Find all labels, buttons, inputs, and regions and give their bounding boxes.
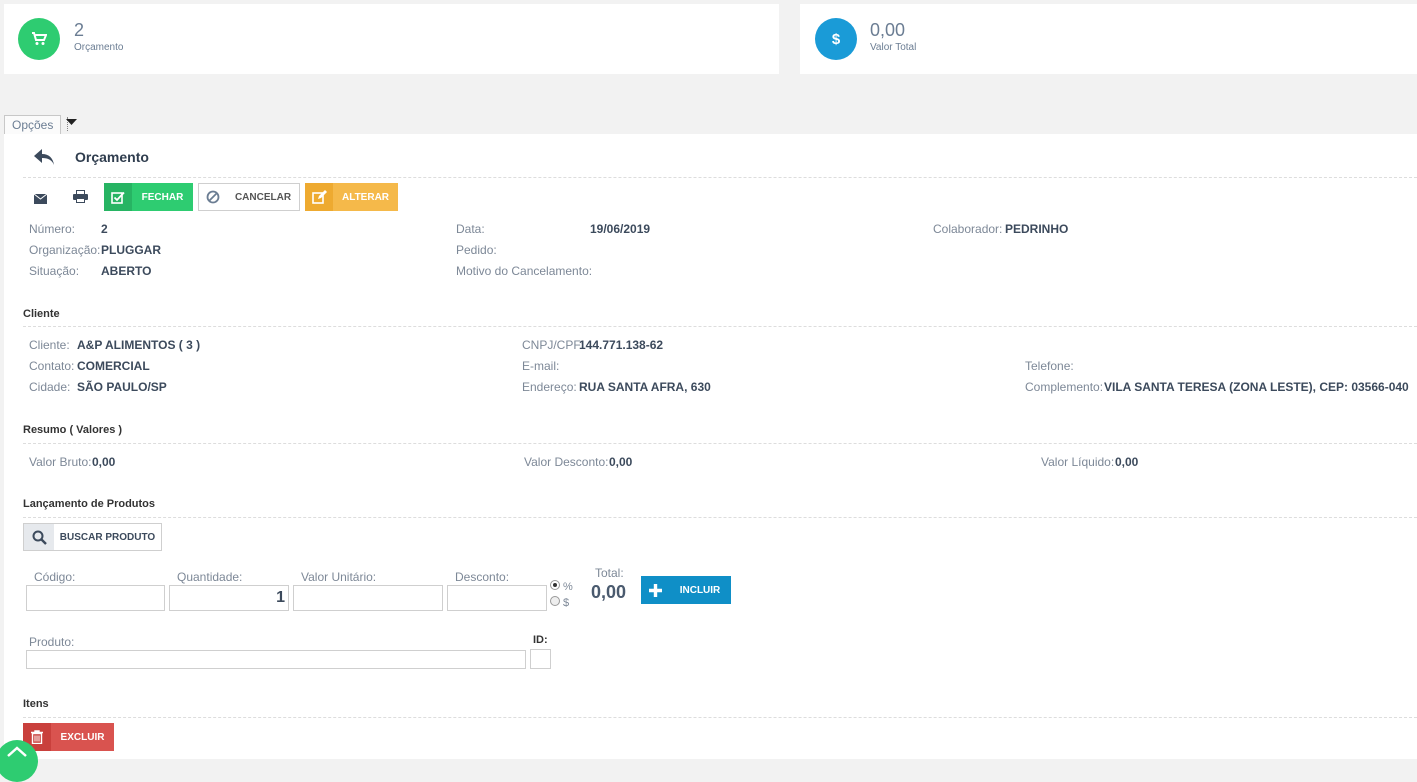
page-title: Orçamento (75, 149, 149, 165)
incluir-button[interactable]: INCLUIR (641, 576, 731, 604)
numero-value: 2 (101, 222, 108, 236)
valor-total-value: 0,00 (870, 20, 906, 40)
chevron-down-icon[interactable] (66, 118, 77, 129)
contato-label: Contato: (29, 359, 75, 373)
organizacao-label: Organização: (29, 243, 101, 257)
fechar-button[interactable]: FECHAR (104, 183, 193, 211)
orcamento-count-label: Orçamento (74, 42, 124, 53)
valor-desconto-label: Valor Desconto: (524, 455, 609, 469)
codigo-label: Código: (34, 570, 76, 584)
quantidade-input[interactable]: 1 (169, 585, 289, 611)
home-fab[interactable] (0, 740, 38, 782)
endereco-label: Endereço: (522, 380, 577, 394)
valor-bruto-value: 0,00 (92, 455, 116, 469)
cliente-value: A&P ALIMENTOS ( 3 ) (77, 338, 201, 352)
total-label: Total: (595, 566, 624, 580)
produto-input[interactable] (26, 650, 526, 669)
complemento-label: Complemento: (1025, 380, 1104, 394)
print-icon[interactable] (73, 190, 88, 208)
total-value: 0,00 (591, 582, 627, 602)
email-label: E-mail: (522, 359, 560, 373)
situacao-label: Situação: (29, 264, 80, 278)
itens-divider (23, 717, 1417, 718)
orcamento-count-value: 2 (74, 20, 85, 40)
cancelar-button[interactable]: CANCELAR (198, 183, 300, 211)
data-label: Data: (456, 222, 485, 236)
lancamento-section-title: Lançamento de Produtos (23, 498, 156, 510)
motivo-cancelamento-label: Motivo do Cancelamento: (456, 264, 593, 278)
codigo-input[interactable] (26, 585, 165, 611)
organizacao-value: PLUGGAR (101, 243, 161, 257)
excluir-button[interactable]: EXCLUIR (23, 723, 114, 751)
resumo-divider (23, 443, 1417, 444)
id-label: ID: (533, 634, 548, 646)
numero-label: Número: (29, 222, 76, 236)
header-divider (23, 177, 1417, 178)
valor-total-card: $ 0,00 Valor Total (800, 4, 1417, 74)
itens-section-title: Itens (23, 698, 49, 710)
resumo-section-title: Resumo ( Valores ) (23, 424, 123, 436)
buscar-produto-button[interactable]: BUSCAR PRODUTO (23, 523, 162, 551)
valor-total-label: Valor Total (870, 42, 917, 53)
edit-icon (305, 183, 333, 211)
valor-unitario-input[interactable] (293, 585, 443, 611)
contato-value: COMERCIAL (77, 359, 150, 373)
cart-icon-circle (18, 18, 60, 60)
endereco-value: RUA SANTA AFRA, 630 (579, 380, 711, 394)
lancamento-divider (23, 517, 1417, 518)
cliente-divider (23, 326, 1417, 327)
valor-unitario-label: Valor Unitário: (301, 570, 377, 584)
telefone-label: Telefone: (1025, 359, 1074, 373)
valor-desconto-value: 0,00 (609, 455, 633, 469)
valor-liquido-label: Valor Líquido: (1041, 455, 1115, 469)
desconto-input[interactable] (447, 585, 547, 611)
radio-unchecked-icon (550, 595, 560, 606)
situacao-value: ABERTO (101, 264, 152, 278)
pedido-label: Pedido: (456, 243, 497, 257)
cnpj-label: CNPJ/CPF: (522, 338, 585, 352)
options-tab[interactable]: Opções (4, 115, 62, 134)
cidade-value: SÃO PAULO/SP (77, 380, 167, 394)
colaborador-value: PEDRINHO (1005, 222, 1069, 236)
plus-icon (641, 576, 669, 604)
dollar-icon-circle: $ (815, 18, 857, 60)
alterar-button[interactable]: ALTERAR (305, 183, 398, 211)
cart-icon (32, 32, 47, 45)
dollar-icon: $ (831, 30, 841, 48)
home-icon (7, 746, 27, 757)
produto-label: Produto: (29, 635, 75, 649)
back-arrow-icon[interactable] (33, 148, 55, 171)
valor-liquido-value: 0,00 (1115, 455, 1139, 469)
desconto-label: Desconto: (455, 570, 510, 584)
ban-icon (199, 184, 227, 210)
email-icon[interactable] (33, 191, 48, 209)
quantidade-label: Quantidade: (177, 570, 243, 584)
check-square-icon (104, 183, 132, 211)
orcamento-count-card: 2 Orçamento (4, 4, 779, 74)
cidade-label: Cidade: (29, 380, 71, 394)
search-icon (24, 524, 54, 550)
colaborador-label: Colaborador: (933, 222, 1003, 236)
complemento-value: VILA SANTA TERESA (ZONA LESTE), CEP: 035… (1104, 380, 1409, 394)
desconto-percent-radio[interactable]: % (550, 577, 573, 593)
id-input[interactable] (530, 649, 551, 669)
data-value: 19/06/2019 (590, 222, 651, 236)
cnpj-value: 144.771.138-62 (579, 338, 664, 352)
valor-bruto-label: Valor Bruto: (29, 455, 92, 469)
cliente-label: Cliente: (29, 338, 70, 352)
cliente-section-title: Cliente (23, 308, 60, 320)
desconto-dollar-radio[interactable]: $ (550, 592, 569, 609)
radio-checked-icon (550, 580, 560, 590)
quantidade-value: 1 (276, 589, 285, 606)
